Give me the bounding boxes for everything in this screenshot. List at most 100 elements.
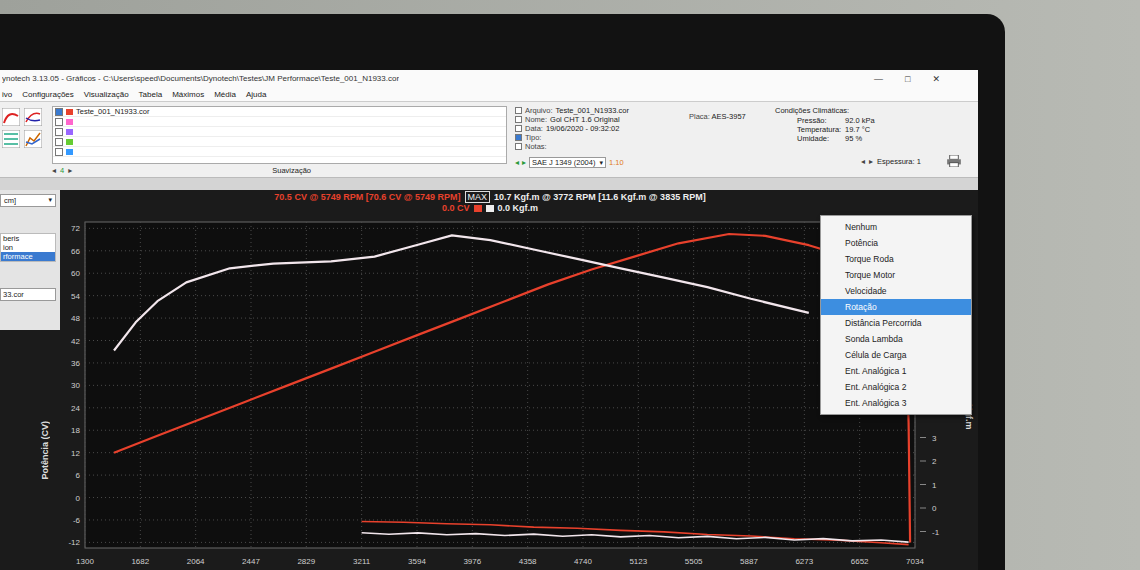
x-tick: 1682	[131, 557, 149, 566]
chart-header: 70.5 CV @ 5749 RPM [70.6 CV @ 5749 RPM]M…	[60, 190, 978, 214]
file-name: Teste_001_N1933.cor	[76, 107, 149, 116]
context-menu-item[interactable]: Rotação	[821, 299, 971, 315]
context-menu-item[interactable]: Nenhum	[821, 219, 971, 235]
window-controls: — □ ✕	[874, 74, 970, 84]
x-tick: 3594	[408, 557, 426, 566]
file-color[interactable]	[66, 109, 73, 115]
max-badge[interactable]: MAX	[465, 191, 491, 203]
context-menu-item[interactable]: Ent. Analógica 3	[821, 395, 971, 411]
file-checkbox[interactable]	[55, 138, 63, 146]
file-color[interactable]	[66, 119, 73, 125]
info-label: Data:	[525, 124, 543, 133]
file-checkbox[interactable]	[55, 128, 63, 136]
file-row[interactable]	[53, 137, 506, 147]
context-menu: NenhumPotênciaTorque RodaTorque MotorVel…	[820, 215, 972, 415]
file-color[interactable]	[66, 149, 73, 155]
context-menu-item[interactable]: Ent. Analógica 2	[821, 379, 971, 395]
menu-item[interactable]: Tabela	[139, 90, 163, 99]
file-checkbox[interactable]	[55, 108, 63, 116]
printer-icon[interactable]	[947, 155, 961, 167]
thickness-row: ◂▸Espessura: 1	[775, 155, 974, 167]
menu-item[interactable]: ivo	[2, 90, 12, 99]
test-info-row: Notas:	[515, 142, 685, 151]
torque-swatch	[486, 205, 494, 212]
info-checkbox[interactable]	[515, 125, 522, 132]
file-checkbox[interactable]	[55, 118, 63, 126]
y-tick: 66	[71, 247, 80, 256]
file-column: Teste_001_N1933.cor◂4▸Suavização	[48, 102, 511, 177]
toolbar-strip	[0, 178, 978, 190]
info-panel: Teste_001_N1933.cor◂4▸SuavizaçãoArquivo:…	[0, 102, 978, 178]
window-button[interactable]: ✕	[932, 74, 940, 84]
curve-multi-icon[interactable]	[24, 108, 42, 126]
sidebar-item[interactable]: beris	[1, 234, 55, 243]
y-tick: 18	[71, 426, 80, 435]
info-checkbox[interactable]	[515, 143, 522, 150]
grid-line	[85, 250, 915, 251]
test-info-row: Nome:Gol CHT 1.6 Original	[515, 115, 685, 124]
sidebar-item[interactable]: ion	[1, 243, 55, 252]
file-color[interactable]	[66, 129, 73, 135]
context-menu-item[interactable]: Potência	[821, 235, 971, 251]
y-tick: 72	[71, 224, 80, 233]
series-line	[114, 234, 910, 542]
grid-line	[195, 222, 196, 548]
context-menu-item[interactable]: Ent. Analógica 1	[821, 363, 971, 379]
sidebar-select[interactable]: cm]▾	[0, 194, 56, 207]
file-color[interactable]	[66, 139, 73, 145]
app-window: ynotech 3.13.05 - Gráficos - C:\Users\sp…	[0, 70, 978, 570]
sidebar-item[interactable]: rformace	[1, 252, 55, 261]
chart-color-icon[interactable]	[24, 130, 42, 148]
climate: Condições Climáticas:Pressão:92.0 kPaTem…	[767, 102, 978, 177]
context-menu-item[interactable]: Célula de Carga	[821, 347, 971, 363]
menu-item[interactable]: Média	[214, 90, 236, 99]
thickness-prev[interactable]: ◂	[861, 157, 865, 166]
info-label: Tipo:	[525, 133, 541, 142]
curve-red-icon[interactable]	[2, 108, 20, 126]
correction-select[interactable]: SAE J 1349 (2004) ▾	[529, 157, 606, 168]
window-title: ynotech 3.13.05 - Gráficos - C:\Users\sp…	[2, 74, 399, 83]
info-checkbox[interactable]	[515, 116, 522, 123]
menu-item[interactable]: Ajuda	[246, 90, 266, 99]
correction-prev[interactable]: ◂	[515, 158, 519, 167]
grid-line	[85, 340, 915, 341]
menu-item[interactable]: Máximos	[172, 90, 204, 99]
file-row[interactable]	[53, 117, 506, 127]
context-menu-item[interactable]: Torque Motor	[821, 267, 971, 283]
info-checkbox[interactable]	[515, 107, 522, 114]
test-info-row: Tipo:	[515, 133, 685, 142]
y-tick: 12	[71, 449, 80, 458]
menu-item[interactable]: Configurações	[22, 90, 74, 99]
grid-icon[interactable]	[2, 130, 20, 148]
file-row[interactable]	[53, 127, 506, 137]
y2-tick: 2	[920, 457, 937, 466]
correction-next[interactable]: ▸	[522, 158, 526, 167]
svg-text:2: 2	[932, 457, 937, 466]
sidebar: cm]▾ berisionrformace 33.cor	[0, 190, 60, 330]
sidebar-file[interactable]: 33.cor	[0, 288, 56, 301]
smoothing-prev[interactable]: ◂	[52, 166, 56, 175]
svg-text:3: 3	[932, 434, 937, 443]
file-checkbox[interactable]	[55, 148, 63, 156]
grid-line	[85, 295, 915, 296]
window-button[interactable]: □	[905, 74, 910, 84]
smoothing-next[interactable]: ▸	[68, 166, 72, 175]
series-line	[362, 533, 909, 542]
thickness-next[interactable]: ▸	[869, 157, 873, 166]
power-current: 0.0 CV	[442, 203, 470, 213]
window-button[interactable]: —	[874, 74, 883, 84]
file-row[interactable]: Teste_001_N1933.cor	[53, 107, 506, 117]
context-menu-item[interactable]: Distância Percorrida	[821, 315, 971, 331]
context-menu-item[interactable]: Torque Roda	[821, 251, 971, 267]
context-menu-item[interactable]: Velocidade	[821, 283, 971, 299]
info-value: Teste_001_N1933.cor	[556, 106, 629, 115]
menu-item[interactable]: Visualização	[84, 90, 129, 99]
context-menu-item[interactable]: Sonda Lambda	[821, 331, 971, 347]
info-label: Nome:	[525, 115, 547, 124]
x-tick: 6652	[851, 557, 869, 566]
info-checkbox[interactable]	[515, 134, 522, 141]
info-value: Gol CHT 1.6 Original	[550, 115, 619, 124]
x-tick: 7034	[906, 557, 924, 566]
file-row[interactable]	[53, 147, 506, 157]
grid-line	[85, 407, 915, 408]
